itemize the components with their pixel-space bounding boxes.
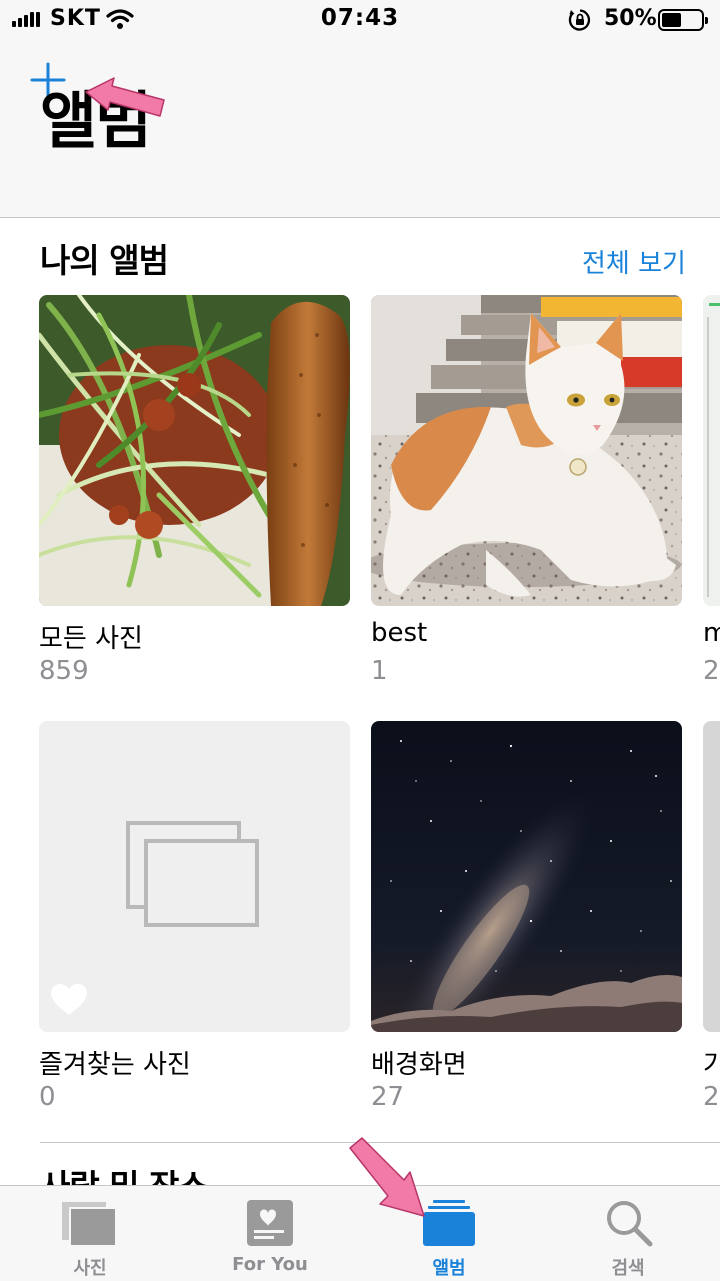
tab-label: 검색	[611, 1258, 645, 1279]
album-count: 27	[371, 1082, 405, 1112]
album-count: 859	[39, 656, 89, 686]
rotation-lock-icon	[568, 9, 591, 31]
tab-label: 사진	[73, 1258, 107, 1279]
album-name: 즐겨찾는 사진	[39, 1050, 191, 1080]
tab-albums[interactable]: 앨범	[379, 1186, 519, 1281]
tab-label: 앨범	[432, 1258, 466, 1279]
tab-label: For You	[232, 1254, 308, 1275]
photos-icon	[62, 1202, 117, 1247]
status-bar: SKT 07:43 50%	[0, 0, 720, 40]
section-divider	[40, 1142, 720, 1143]
album-thumbnail-partial[interactable]	[703, 721, 720, 1032]
tab-bar: 사진 For You 앨범 검색	[0, 1185, 720, 1281]
album-thumbnail-partial[interactable]	[703, 295, 720, 606]
album-count: 0	[39, 1082, 56, 1112]
album-thumbnail-favorites[interactable]	[39, 721, 350, 1032]
album-name: 가	[703, 1050, 720, 1080]
album-thumbnail-best[interactable]	[371, 295, 682, 606]
albums-icon	[423, 1200, 475, 1246]
album-thumbnail-wallpaper[interactable]	[371, 721, 682, 1032]
tab-search[interactable]: 검색	[558, 1186, 698, 1281]
album-count: 1	[371, 656, 388, 686]
page-title: 앨범	[40, 84, 152, 157]
album-count: 2	[703, 656, 720, 686]
food-photo	[39, 295, 350, 606]
album-name: m	[703, 618, 720, 648]
for-you-icon	[247, 1200, 293, 1246]
cat-photo	[371, 295, 682, 606]
heart-icon	[51, 984, 87, 1015]
battery-percentage: 50%	[604, 6, 657, 31]
section-title-my-albums: 나의 앨범	[40, 241, 169, 280]
tab-for-you[interactable]: For You	[200, 1186, 340, 1281]
see-all-link[interactable]: 전체 보기	[582, 243, 686, 280]
album-thumbnail-all-photos[interactable]	[39, 295, 350, 606]
tab-photos[interactable]: 사진	[20, 1186, 160, 1281]
search-icon	[607, 1201, 653, 1247]
galaxy-photo	[371, 721, 682, 1032]
album-count: 2	[703, 1082, 720, 1112]
album-name: 배경화면	[371, 1050, 467, 1080]
album-name: best	[371, 618, 428, 648]
battery-icon	[658, 9, 708, 31]
album-name: 모든 사진	[39, 624, 143, 654]
